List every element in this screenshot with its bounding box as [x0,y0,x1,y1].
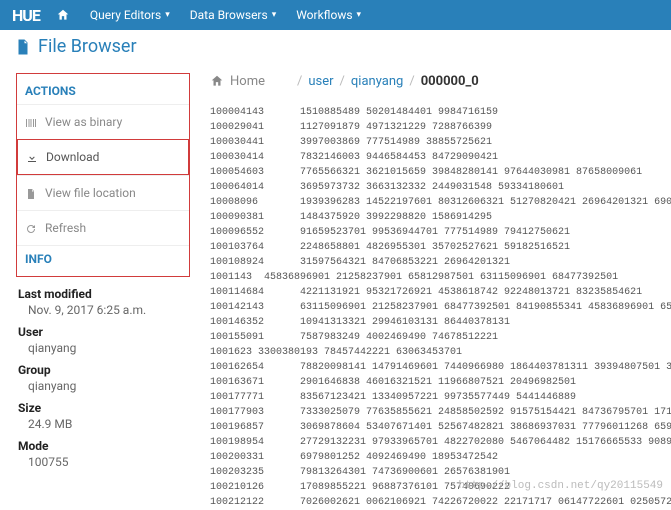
action-view-location[interactable]: View file location [17,175,189,210]
last-modified-value: Nov. 9, 2017 6:25 a.m. [18,301,190,319]
top-nav: HUE Query Editors ▾ Data Browsers ▾ Work… [0,0,671,30]
action-label: Refresh [45,221,86,235]
breadcrumb-sep: / [297,74,302,89]
file-location-icon [25,186,39,200]
chevron-down-icon: ▾ [357,10,362,20]
info-table: Last modified Nov. 9, 2017 6:25 a.m. Use… [16,277,190,471]
sidebar: ACTIONS View as binary Download View fil… [0,67,200,510]
action-download[interactable]: Download [17,139,189,175]
home-icon[interactable] [210,73,224,89]
breadcrumb: Home / user / qianyang / 000000_0 [210,73,671,97]
breadcrumb-current: 000000_0 [421,74,479,89]
file-content: 100004143 1510885489 50201484401 9984716… [210,97,671,510]
nav-data-browsers[interactable]: Data Browsers ▾ [180,0,286,30]
file-icon [14,36,32,57]
nav-home[interactable] [46,0,80,30]
content-area: Home / user / qianyang / 000000_0 100004… [200,67,671,510]
size-label: Size [18,395,190,415]
action-label: Download [46,150,99,164]
info-label: INFO [17,245,189,272]
refresh-icon [25,221,39,235]
nav-label: Data Browsers [190,8,268,22]
group-value: qianyang [18,377,190,395]
nav-query-editors[interactable]: Query Editors ▾ [80,0,180,30]
chevron-down-icon: ▾ [165,10,170,20]
nav-label: Query Editors [90,8,161,22]
download-icon [26,150,40,164]
last-modified-label: Last modified [18,281,190,301]
action-label: View file location [45,186,136,200]
mode-label: Mode [18,433,190,453]
chevron-down-icon: ▾ [272,10,277,20]
page-title-row: File Browser [0,30,671,67]
breadcrumb-user[interactable]: user [308,74,333,89]
breadcrumb-home[interactable]: Home [230,74,265,89]
user-label: User [18,319,190,339]
actions-label: ACTIONS [17,78,189,104]
actions-box: ACTIONS View as binary Download View fil… [16,73,190,277]
mode-value: 100755 [18,453,190,471]
watermark: http://blog.csdn.net/qy20115549 [458,480,663,492]
action-view-binary[interactable]: View as binary [17,104,189,139]
barcode-icon [25,115,39,129]
breadcrumb-sep: / [340,74,345,89]
user-value: qianyang [18,339,190,357]
size-value: 24.9 MB [18,415,190,433]
app-logo: HUE [6,6,46,25]
group-label: Group [18,357,190,377]
home-icon [56,8,70,23]
breadcrumb-sep: / [409,74,414,89]
action-label: View as binary [45,115,122,129]
action-refresh[interactable]: Refresh [17,210,189,245]
breadcrumb-qianyang[interactable]: qianyang [351,74,403,89]
nav-workflows[interactable]: Workflows ▾ [286,0,371,30]
page-title: File Browser [38,36,137,57]
nav-label: Workflows [296,8,352,22]
